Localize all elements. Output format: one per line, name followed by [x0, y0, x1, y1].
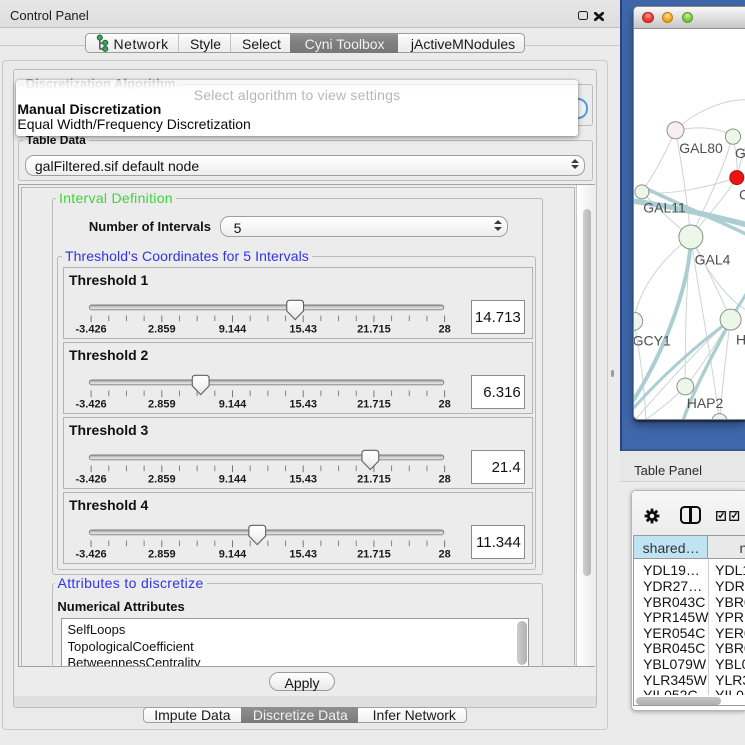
svg-text:9.144: 9.144	[218, 474, 246, 486]
svg-text:21.715: 21.715	[357, 324, 391, 336]
svg-text:CRP1: CRP1	[739, 186, 745, 202]
svg-text:9.144: 9.144	[218, 399, 246, 411]
svg-text:-3.426: -3.426	[75, 399, 106, 411]
svg-text:GAL3: GAL3	[735, 144, 745, 160]
svg-text:9.144: 9.144	[218, 549, 246, 561]
svg-text:21.715: 21.715	[357, 549, 391, 561]
svg-text:15.43: 15.43	[289, 474, 317, 486]
svg-text:28: 28	[438, 399, 450, 411]
svg-text:2.859: 2.859	[148, 549, 176, 561]
svg-text:2.859: 2.859	[148, 474, 176, 486]
svg-text:15.43: 15.43	[289, 399, 317, 411]
svg-text:HAP1: HAP1	[736, 331, 745, 347]
svg-text:21.715: 21.715	[357, 474, 391, 486]
svg-text:28: 28	[438, 324, 450, 336]
svg-text:21.715: 21.715	[357, 399, 391, 411]
svg-text:-3.426: -3.426	[75, 324, 106, 336]
svg-text:15.43: 15.43	[289, 324, 317, 336]
svg-text:9.144: 9.144	[218, 324, 246, 336]
svg-text:HAP2: HAP2	[687, 395, 724, 411]
svg-text:-3.426: -3.426	[75, 474, 106, 486]
svg-text:15.43: 15.43	[289, 549, 317, 561]
svg-text:2.859: 2.859	[148, 399, 176, 411]
svg-text:GCY1: GCY1	[634, 332, 671, 348]
svg-text:GAL4: GAL4	[695, 251, 731, 267]
svg-text:2.859: 2.859	[148, 324, 176, 336]
svg-text:GAL11: GAL11	[643, 199, 686, 215]
svg-text:-3.426: -3.426	[75, 549, 106, 561]
svg-text:28: 28	[438, 474, 450, 486]
svg-text:28: 28	[438, 549, 450, 561]
svg-text:GAL80: GAL80	[679, 140, 723, 156]
